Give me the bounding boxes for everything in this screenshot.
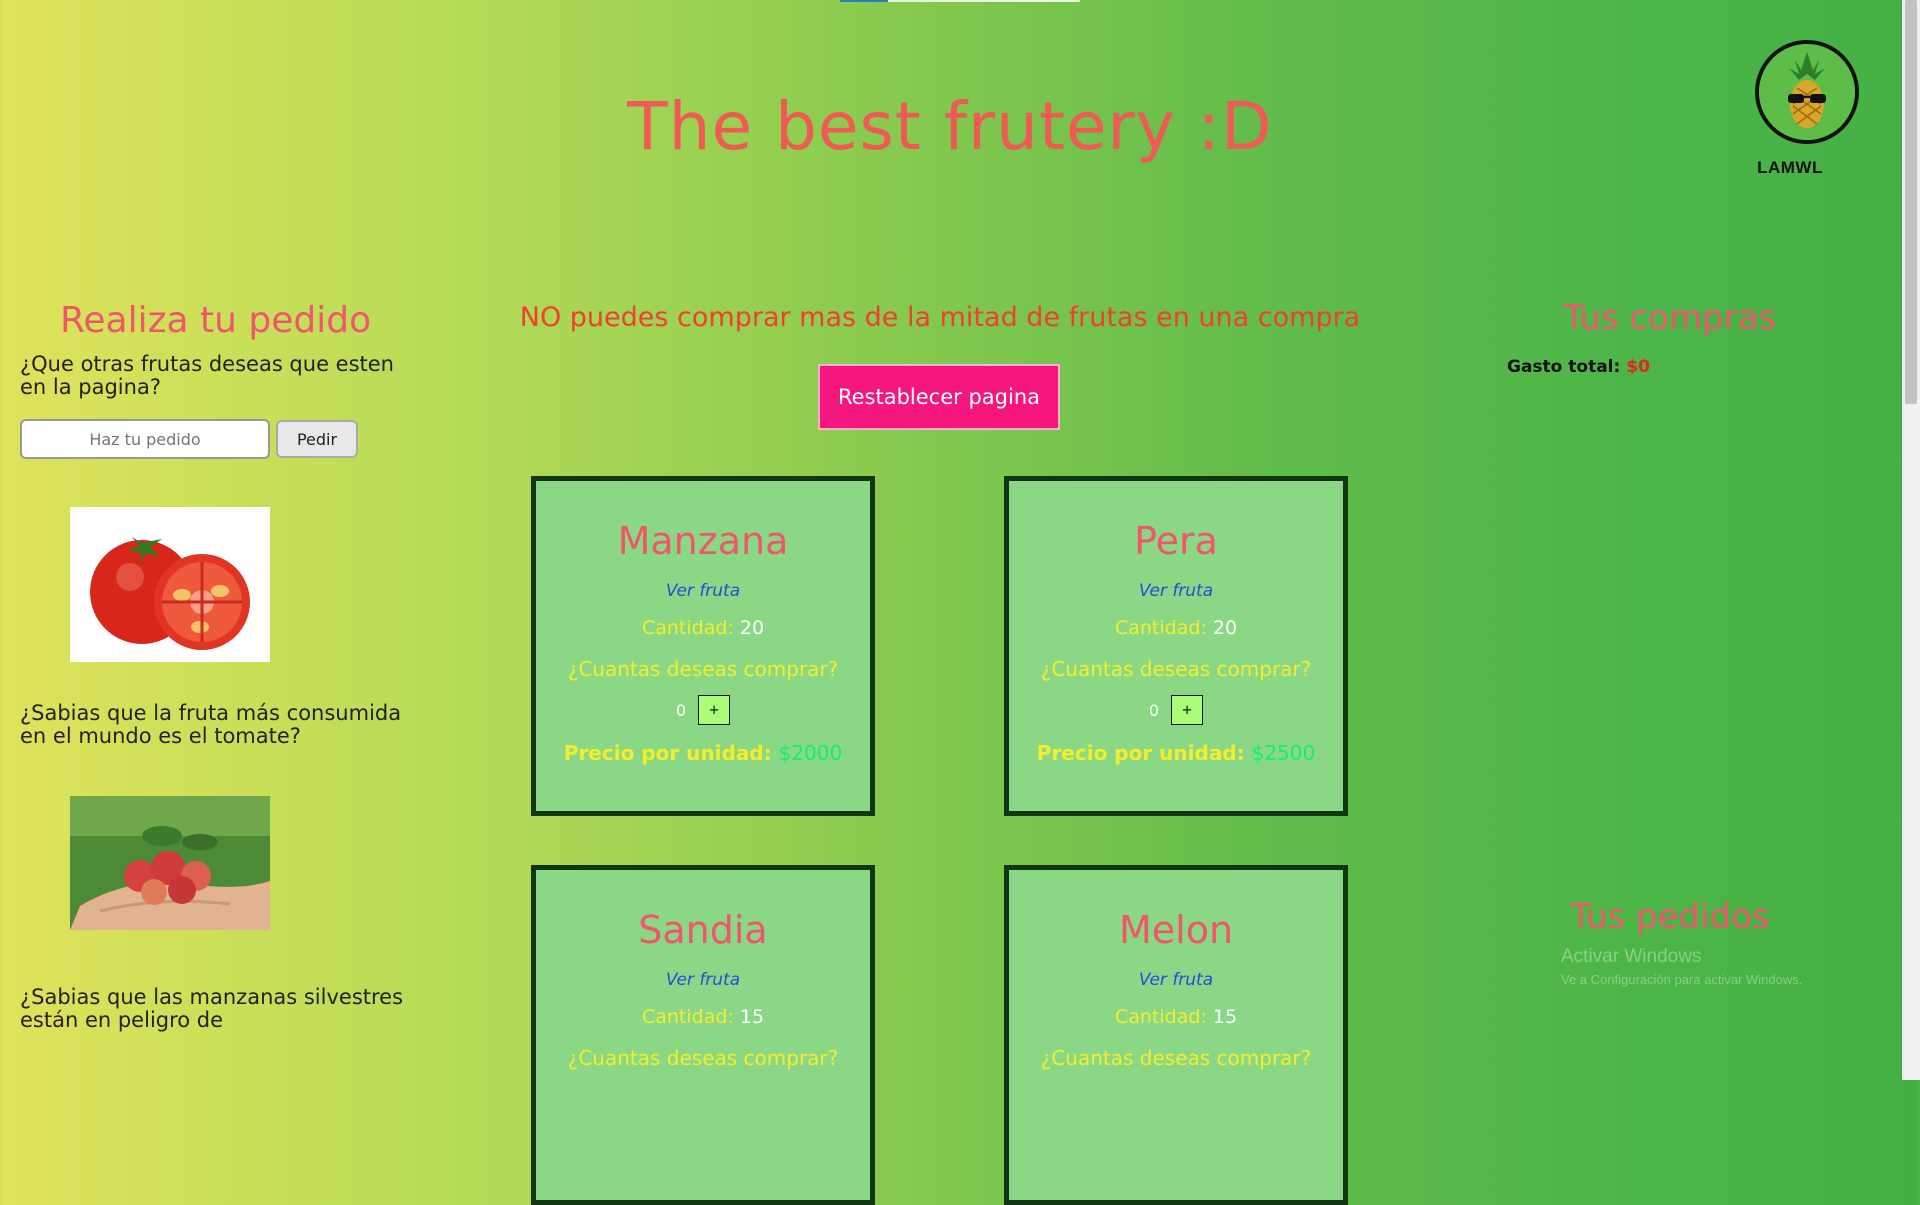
purchases-title: Tus compras [1563,298,1777,338]
pineapple-icon [1759,44,1855,140]
fruit-quantity: Cantidad: 20 [1009,617,1343,639]
pineapple-with-sunglasses-icon[interactable] [1755,40,1859,144]
wild-apples-image [70,796,270,930]
tomato-icon [70,507,270,662]
order-form: Pedir [20,419,420,459]
user-name: LAMWL [1757,158,1823,177]
price-value: $2500 [1251,741,1316,765]
user-profile[interactable]: LAMWL [1752,40,1862,178]
fruit-card-pera: Pera Ver fruta Cantidad: 20 ¿Cuantas des… [1004,476,1348,816]
fruit-card-sandia: Sandia Ver fruta Cantidad: 15 ¿Cuantas d… [531,865,875,1205]
scrollbar-thumb[interactable] [1905,0,1917,404]
order-panel-title: Realiza tu pedido [60,300,372,341]
windows-activation-watermark: Activar Windows Ve a Configuración para … [1561,946,1802,987]
fruit-card-melon: Melon Ver fruta Cantidad: 15 ¿Cuantas de… [1004,865,1348,1205]
watermark-line-2: Ve a Configuración para activar Windows. [1561,972,1803,987]
quantity-label: Cantidad: [1114,617,1207,639]
fruit-quantity: Cantidad: 20 [536,617,870,639]
unit-price: Precio por unidad: $2500 [1009,741,1343,765]
increment-button[interactable]: + [1171,695,1204,725]
quantity-value: 15 [1212,1006,1238,1028]
buy-question: ¿Cuantas deseas comprar? [567,1046,839,1070]
buy-question: ¿Cuantas deseas comprar? [567,657,839,681]
quantity-label: Cantidad: [1114,1006,1207,1028]
fruit-name: Manzana [617,519,789,563]
top-progress-accent [840,0,888,2]
fruit-name: Melon [1118,908,1234,952]
quantity-label: Cantidad: [641,1006,734,1028]
watermark-line-1: Activar Windows [1561,946,1702,967]
total-label: Gasto total: [1507,357,1621,377]
quantity-stepper: 0 + [1009,695,1343,725]
top-progress-indicator [840,0,1080,2]
increment-button[interactable]: + [698,695,731,725]
site-title: The best frutery :D [627,88,1273,165]
quantity-stepper: 0 + [536,695,870,725]
fruit-quantity: Cantidad: 15 [536,1006,870,1028]
view-fruit-link[interactable]: Ver fruta [536,581,870,601]
view-fruit-link[interactable]: Ver fruta [536,970,870,990]
fact-text-tomato: ¿Sabias que la fruta más consumida en el… [20,701,402,748]
quantity-value: 20 [1212,617,1238,639]
reset-page-button[interactable]: Restablecer pagina [818,364,1060,430]
selected-count: 0 [675,700,687,720]
price-label: Precio por unidad: [1036,741,1245,765]
selected-count: 0 [1148,700,1160,720]
apples-in-hand-icon [70,796,270,930]
price-value: $2000 [778,741,843,765]
order-question: ¿Que otras frutas deseas que esten en la… [20,352,394,399]
quantity-label: Cantidad: [641,617,734,639]
fruit-name: Sandia [638,908,768,952]
page-scrollbar[interactable] [1902,0,1920,1080]
view-fruit-link[interactable]: Ver fruta [1009,581,1343,601]
view-fruit-link[interactable]: Ver fruta [1009,970,1343,990]
orders-title: Tus pedidos [1570,897,1770,937]
total-spent: Gasto total: $0 [1507,357,1650,377]
order-input[interactable] [20,419,270,459]
order-submit-button[interactable]: Pedir [276,420,358,458]
buy-question: ¿Cuantas deseas comprar? [1040,1046,1312,1070]
quantity-value: 20 [739,617,765,639]
quantity-value: 15 [739,1006,765,1028]
price-label: Precio por unidad: [563,741,772,765]
total-value: $0 [1626,357,1650,377]
buy-question: ¿Cuantas deseas comprar? [1040,657,1312,681]
order-panel: Realiza tu pedido ¿Que otras frutas dese… [20,300,420,1032]
purchase-limit-warning: NO puedes comprar mas de la mitad de fru… [519,302,1361,333]
fruit-quantity: Cantidad: 15 [1009,1006,1343,1028]
tomato-image [70,507,270,662]
fruit-name: Pera [1134,519,1218,563]
fact-text-apples: ¿Sabias que las manzanas silvestres está… [20,985,404,1032]
fruit-card-manzana: Manzana Ver fruta Cantidad: 20 ¿Cuantas … [531,476,875,816]
unit-price: Precio por unidad: $2000 [536,741,870,765]
